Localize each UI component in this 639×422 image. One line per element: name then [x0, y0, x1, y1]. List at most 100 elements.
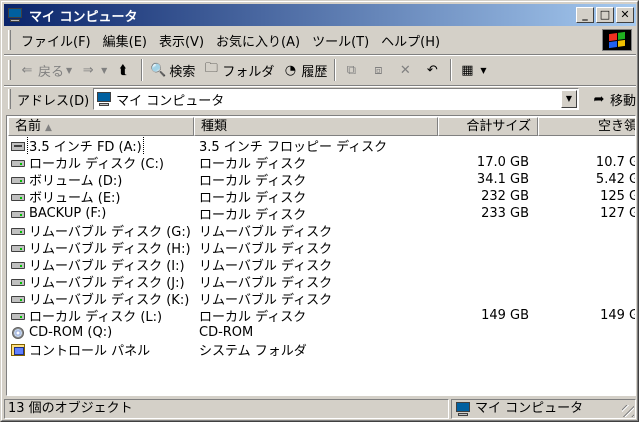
folders-label: フォルダ [222, 64, 275, 80]
removable-drive-icon [10, 240, 26, 256]
item-name: コントロール パネル [29, 344, 151, 359]
undo-button[interactable]: ↶ [420, 58, 447, 82]
list-item[interactable]: リムーバブル ディスク (J:) リムーバブル ディスク [8, 273, 635, 291]
item-name: ローカル ディスク (L:) [29, 310, 163, 325]
column-header-total-size[interactable]: 合計サイズ [438, 117, 538, 136]
folders-button[interactable]: 🗀 フォルダ [199, 58, 278, 82]
my-computer-icon [7, 7, 23, 23]
menu-edit[interactable]: 編集(E) [97, 29, 153, 52]
address-grip[interactable] [8, 89, 11, 109]
menu-file[interactable]: ファイル(F) [15, 29, 97, 52]
my-computer-icon [96, 91, 112, 107]
views-dropdown-icon: ▼ [480, 65, 487, 75]
address-dropdown-button[interactable]: ▼ [560, 90, 577, 108]
history-button[interactable]: ◔ 履歴 [278, 58, 331, 82]
list-item[interactable]: リムーバブル ディスク (G:) リムーバブル ディスク [8, 222, 635, 240]
item-name-cell: コントロール パネル [8, 340, 194, 359]
menu-tools[interactable]: ツール(T) [306, 29, 375, 52]
menu-view[interactable]: 表示(V) [153, 29, 210, 52]
item-total-size: 149 GB [481, 308, 529, 323]
menu-help[interactable]: ヘルプ(H) [375, 29, 446, 52]
sort-ascending-icon: ▲ [45, 123, 52, 133]
menu-favorites[interactable]: お気に入り(A) [210, 29, 306, 52]
toolbar-grip[interactable] [8, 60, 11, 80]
list-item[interactable]: 3.5 インチ FD (A:) 3.5 インチ フロッピー ディスク [8, 136, 635, 155]
history-icon: ◔ [284, 62, 297, 78]
list-item[interactable]: BACKUP (F:)ローカル ディスク233 GB127 GB [8, 205, 635, 223]
search-button[interactable]: 🔍 検索 [146, 58, 199, 82]
column-header-free-space[interactable]: 空き領域 [538, 117, 635, 136]
up-folder-icon: ⮬ [119, 62, 128, 78]
copy-to-button[interactable]: ⧈ [366, 58, 393, 82]
list-item[interactable]: リムーバブル ディスク (I:) リムーバブル ディスク [8, 256, 635, 274]
item-name-cell: CD-ROM (Q:) [8, 325, 194, 341]
back-arrow-icon: ⇐ [21, 62, 33, 78]
windows-logo-throbber [602, 29, 632, 51]
list-item[interactable]: CD-ROM (Q:) CD-ROM [8, 324, 635, 341]
up-folder-button[interactable]: ⮬ [111, 58, 138, 82]
menu-grip[interactable] [8, 30, 11, 50]
back-dropdown-icon: ▼ [66, 65, 73, 75]
hard-drive-icon [10, 155, 26, 171]
delete-icon: ✕ [399, 62, 411, 78]
delete-button[interactable]: ✕ [393, 58, 420, 82]
hard-drive-icon [10, 206, 26, 222]
list-item[interactable]: ローカル ディスク (L:) ローカル ディスク 149 GB 149 GB [8, 307, 635, 325]
status-object-count: 13 個のオブジェクト [4, 399, 449, 419]
list-item[interactable]: ボリューム (E:)ローカル ディスク232 GB125 GB [8, 187, 635, 206]
address-value: マイ コンピュータ [116, 93, 225, 109]
item-name: BACKUP (F:) [29, 206, 107, 221]
list-item[interactable]: リムーバブル ディスク (H:) リムーバブル ディスク [8, 239, 635, 257]
item-free-space: 10.7 GB [595, 155, 635, 170]
list-item[interactable]: コントロール パネル システム フォルダ [8, 340, 635, 359]
go-label: 移動 [609, 93, 636, 109]
search-label: 検索 [169, 64, 196, 80]
forward-button[interactable]: ⇒ ▼ [76, 58, 111, 82]
item-type: ローカル ディスク [199, 310, 307, 325]
list-item[interactable]: ボリューム (D:)ローカル ディスク34.1 GB5.42 GB [8, 171, 635, 189]
back-button[interactable]: ⇐ 戻る ▼ [15, 58, 76, 82]
column-header-type[interactable]: 種類 [194, 117, 438, 136]
go-arrow-icon: ➦ [593, 91, 605, 107]
item-total-size: 17.0 GB [476, 155, 529, 170]
list-item[interactable]: ローカル ディスク (C:)ローカル ディスク17.0 GB10.7 GB [8, 154, 635, 172]
item-name: ボリューム (E:) [29, 191, 121, 206]
column-header-name[interactable]: 名前 ▲ [8, 117, 194, 136]
removable-drive-icon [10, 257, 26, 273]
minimize-button[interactable]: _ [576, 7, 594, 23]
views-button[interactable]: ▦ ▼ [455, 58, 490, 82]
file-list-view[interactable]: 名前▲ 種類 合計サイズ 空き領域 3.5 インチ FD (A:)3.5 インチ… [6, 115, 636, 396]
list-item[interactable]: リムーバブル ディスク (K:) リムーバブル ディスク [8, 290, 635, 308]
control-panel-icon [10, 342, 26, 358]
resize-grip[interactable] [622, 405, 634, 417]
window-frame: マイ コンピュータ _ □ ✕ ファイル(F) 編集(E) 表示(V) お気に入… [1, 1, 638, 421]
address-bar: アドレス(D) マイ コンピュータ ▼ ➦ 移動 [4, 87, 636, 111]
views-icon: ▦ [461, 62, 474, 78]
explorer-window: マイ コンピュータ _ □ ✕ ファイル(F) 編集(E) 表示(V) お気に入… [0, 0, 639, 422]
toolbar-separator [141, 59, 144, 81]
search-icon: 🔍 [150, 62, 167, 78]
move-to-icon: ⧉ [346, 62, 357, 78]
maximize-button[interactable]: □ [596, 7, 614, 23]
column-type-label: 種類 [201, 119, 228, 134]
close-button[interactable]: ✕ [616, 7, 634, 23]
item-free-space: 149 GB [600, 308, 635, 323]
standard-toolbar: ⇐ 戻る ▼ ⇒ ▼ ⮬ 🔍 検索 🗀 フォルダ ◔ 履歴 ⧉ ⧈ ✕ ↶ ▦ … [4, 56, 636, 84]
floppy-drive-icon [10, 138, 26, 154]
address-input[interactable]: マイ コンピュータ ▼ [93, 88, 579, 110]
undo-icon: ↶ [426, 62, 438, 78]
forward-arrow-icon: ⇒ [82, 62, 94, 78]
status-zone: マイ コンピュータ [451, 399, 636, 419]
title-bar[interactable]: マイ コンピュータ _ □ ✕ [4, 4, 636, 26]
column-header: 名前▲ 種類 合計サイズ 空き領域 [8, 117, 635, 136]
maximize-icon: □ [599, 8, 611, 21]
column-name-label: 名前 [15, 119, 42, 134]
my-computer-icon [455, 401, 471, 417]
item-name-cell: ボリューム (E:) [8, 187, 194, 206]
go-button[interactable]: ➦ 移動 [591, 90, 636, 109]
item-total-size: 233 GB [481, 206, 529, 221]
item-free-space: 5.42 GB [595, 172, 635, 187]
move-to-button[interactable]: ⧉ [339, 58, 366, 82]
window-title: マイ コンピュータ [29, 9, 138, 25]
cdrom-drive-icon [10, 325, 26, 341]
